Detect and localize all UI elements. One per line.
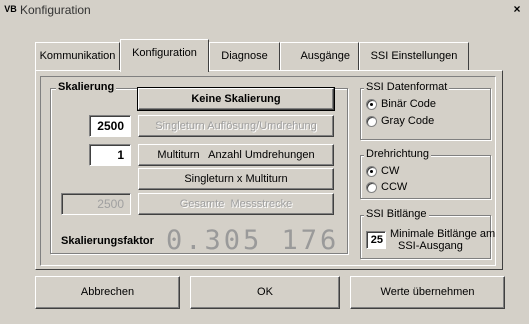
- app-icon: VB: [4, 4, 17, 14]
- radio-icon[interactable]: [366, 115, 377, 127]
- tab-konfiguration[interactable]: Konfiguration: [120, 39, 209, 72]
- tab-diagnose[interactable]: Diagnose: [209, 42, 280, 70]
- ssi-datenformat-group: [360, 88, 491, 140]
- singleturn-button[interactable]: Singleturn Auflösung/Umdrehung: [138, 115, 334, 137]
- radio-icon[interactable]: [366, 181, 377, 193]
- werte-uebernehmen-button[interactable]: Werte übernehmen: [350, 276, 505, 309]
- gray-code-label: Gray Code: [381, 115, 435, 127]
- title-bar: VB Konfiguration ×: [0, 0, 529, 20]
- drehrichtung-legend: Drehrichtung: [364, 148, 431, 160]
- cw-label: CW: [381, 165, 400, 177]
- ok-button[interactable]: OK: [190, 276, 340, 309]
- window-title: Konfiguration: [20, 3, 91, 17]
- binaer-code-option[interactable]: Binär Code: [366, 98, 436, 110]
- close-button[interactable]: ×: [510, 3, 524, 16]
- gray-code-option[interactable]: Gray Code: [366, 115, 434, 127]
- skalierungsfaktor-value: 0.305 176: [166, 225, 340, 256]
- gesamte-messstrecke-button[interactable]: Gesamte Messstrecke: [138, 193, 334, 215]
- radio-icon[interactable]: [366, 165, 377, 177]
- ssi-datenformat-legend: SSI Datenformat: [364, 81, 450, 93]
- skalierung-legend: Skalierung: [56, 81, 117, 93]
- singleturn-x-multiturn-button[interactable]: Singleturn x Multiturn: [138, 168, 334, 190]
- bitlaenge-description-2: SSI-Ausgang: [398, 240, 463, 252]
- cw-option[interactable]: CW: [366, 165, 399, 177]
- multiturn-input[interactable]: 1: [89, 144, 131, 166]
- keine-skalierung-button[interactable]: Keine Skalierung: [137, 87, 335, 111]
- tab-ausgaenge[interactable]: Ausgänge: [280, 42, 359, 70]
- ssi-bitlaenge-legend: SSI Bitlänge: [364, 208, 429, 220]
- tab-ssi-einstellungen[interactable]: SSI Einstellungen: [359, 42, 469, 70]
- ccw-option[interactable]: CCW: [366, 181, 407, 193]
- ccw-label: CCW: [381, 181, 408, 193]
- tab-kommunikation[interactable]: Kommunikation: [35, 42, 120, 70]
- total-input[interactable]: 2500: [61, 193, 131, 215]
- radio-icon[interactable]: [366, 98, 377, 110]
- singleturn-input[interactable]: 2500: [89, 115, 131, 137]
- bitlaenge-description-1: Minimale Bitlänge am: [390, 228, 496, 240]
- binaer-code-label: Binär Code: [381, 98, 437, 110]
- abbrechen-button[interactable]: Abbrechen: [35, 276, 180, 309]
- bitlaenge-input[interactable]: 25: [366, 231, 386, 249]
- skalierungsfaktor-label: Skalierungsfaktor: [61, 235, 154, 247]
- multiturn-button[interactable]: Multiturn Anzahl Umdrehungen: [138, 144, 334, 166]
